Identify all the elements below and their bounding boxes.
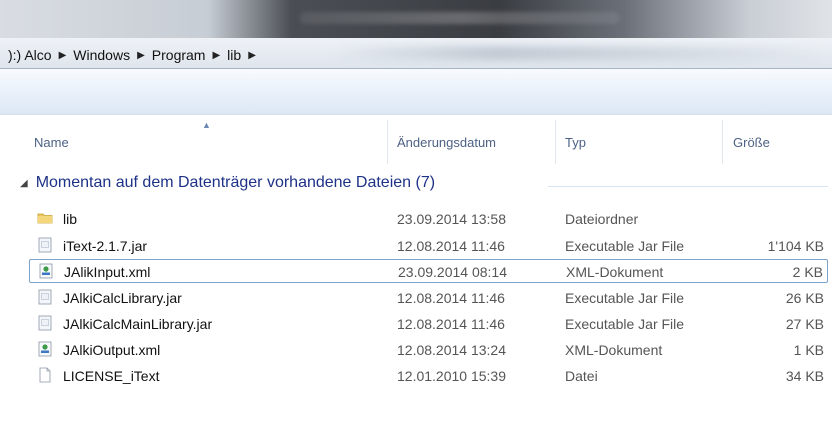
file-size: 34 KB (785, 368, 824, 384)
group-header-label: Momentan auf dem Datenträger vorhandene … (35, 174, 436, 191)
file-type: XML-Dokument (566, 264, 664, 280)
jar-file-icon (37, 237, 53, 253)
file-row[interactable]: LICENSE_iText 12.01.2010 15:39 Datei 34 KB (29, 364, 828, 388)
collapse-triangle-icon[interactable]: ◢ (20, 178, 28, 189)
file-size: 27 KB (785, 316, 824, 332)
xml-file-icon (37, 341, 53, 357)
chevron-right-icon[interactable]: ▶ (56, 50, 70, 61)
file-row[interactable]: JAlkiOutput.xml 12.08.2014 13:24 XML-Dokum… (29, 338, 828, 362)
breadcrumb-item-windows[interactable]: Windows (69, 47, 134, 63)
column-divider[interactable] (387, 120, 388, 164)
command-toolbar (0, 69, 832, 115)
file-name: iText-2.1.7.jar (63, 238, 148, 254)
file-name: JAlkiOutput.xml (63, 342, 161, 358)
sort-ascending-icon: ▲ (202, 120, 211, 130)
column-header-type[interactable]: Typ (565, 135, 586, 150)
file-type: Datei (565, 368, 598, 384)
file-date: 23.09.2014 13:58 (397, 211, 506, 227)
blank-file-icon (37, 367, 53, 383)
file-row[interactable]: JAlikInput.xml 23.09.2014 08:14 XML-Dokume… (29, 259, 828, 283)
chevron-right-icon[interactable]: ▶ (134, 50, 148, 61)
file-row[interactable]: JAlkiCalcLibrary.jar 12.08.2014 11:46 Exec… (29, 286, 828, 310)
file-date: 12.08.2014 11:46 (397, 238, 505, 254)
window-title-blurred (300, 12, 620, 24)
xml-file-icon (38, 263, 54, 279)
column-header-row: ▲ Name Änderungsdatum Typ Größe (0, 120, 832, 164)
file-name: JAlikInput.xml (64, 264, 151, 280)
jar-file-icon (37, 315, 53, 331)
file-type: Executable Jar File (565, 238, 685, 254)
folder-icon (37, 210, 53, 226)
column-divider[interactable] (722, 120, 723, 164)
column-header-name[interactable]: Name (34, 135, 69, 150)
breadcrumb-item-program[interactable]: Program (148, 47, 210, 63)
file-type: Executable Jar File (565, 316, 685, 332)
file-date: 12.08.2014 13:24 (397, 342, 506, 358)
file-date: 12.08.2014 11:46 (397, 316, 505, 332)
file-size: 2 KB (792, 264, 823, 280)
file-size: 1'104 KB (767, 238, 824, 254)
file-name: LICENSE_iText (63, 368, 160, 384)
address-bar-blurred-area (330, 46, 830, 60)
file-date: 23.09.2014 08:14 (398, 264, 507, 280)
file-row[interactable]: iText-2.1.7.jar 12.08.2014 11:46 Executabl… (29, 234, 828, 258)
file-size: 26 KB (785, 290, 824, 306)
chevron-right-icon[interactable]: ▶ (245, 50, 259, 61)
breadcrumb-item-drive[interactable]: ):) Alco (4, 47, 56, 63)
group-divider-line (548, 186, 828, 187)
breadcrumb[interactable]: ):) Alco ▶ Windows ▶ Program ▶ lib ▶ (4, 46, 259, 64)
file-name: JAlkiCalcMainLibrary.jar (63, 316, 213, 332)
group-header[interactable]: ◢ Momentan auf dem Datenträger vorhanden… (20, 172, 435, 194)
file-type: XML-Dokument (565, 342, 663, 358)
chevron-right-icon[interactable]: ▶ (209, 50, 223, 61)
file-date: 12.08.2014 11:46 (397, 290, 505, 306)
breadcrumb-item-lib[interactable]: lib (223, 47, 245, 63)
file-type: Dateiordner (565, 211, 639, 227)
file-date: 12.01.2010 15:39 (397, 368, 506, 384)
file-row[interactable]: lib 23.09.2014 13:58 Dateiordner (29, 207, 828, 231)
window-titlebar (0, 0, 832, 38)
column-divider[interactable] (555, 120, 556, 164)
column-header-date[interactable]: Änderungsdatum (397, 135, 496, 150)
file-row[interactable]: JAlkiCalcMainLibrary.jar 12.08.2014 11:46… (29, 312, 828, 336)
file-name: JAlkiCalcLibrary.jar (63, 290, 182, 306)
jar-file-icon (37, 289, 53, 305)
column-header-size[interactable]: Größe (733, 135, 770, 150)
file-size: 1 KB (793, 342, 824, 358)
file-name: lib (63, 211, 78, 227)
file-type: Executable Jar File (565, 290, 685, 306)
